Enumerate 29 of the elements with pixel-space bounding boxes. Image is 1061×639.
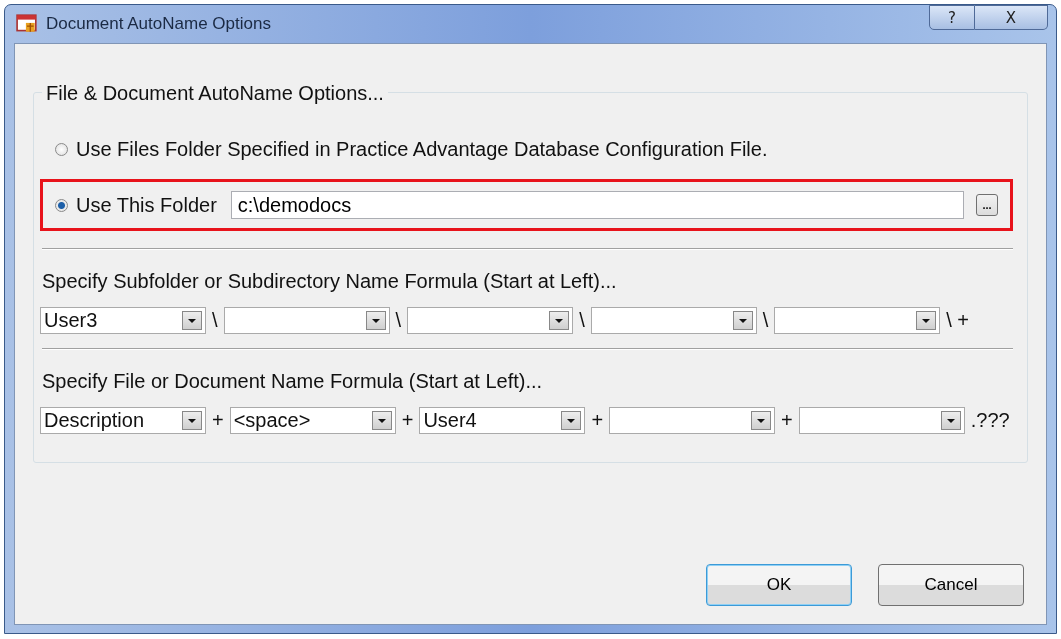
close-button[interactable]: X: [975, 5, 1048, 30]
dropdown[interactable]: User3: [40, 307, 206, 334]
section-label: Specify File or Document Name Formula (Start at Left)...: [42, 370, 544, 393]
separator-text: +: [591, 409, 604, 432]
dropdown[interactable]: Description: [40, 407, 206, 434]
separator-text: +: [401, 409, 414, 432]
separator-text: \: [762, 309, 769, 332]
radio-label[interactable]: Use This Folder: [76, 193, 217, 217]
separator-text: \: [395, 309, 402, 332]
browse-button[interactable]: ...: [976, 194, 998, 216]
cancel-button[interactable]: Cancel: [878, 564, 1024, 606]
separator-text: .???: [970, 409, 1010, 432]
dropdown[interactable]: <space>: [229, 407, 396, 434]
section-label: Specify Subfolder or Subdirectory Name Formula (Start at Left)...: [42, 270, 618, 293]
radio-label[interactable]: Use Files Folder Specified in Practice Advantage Database Configuration File.: [76, 138, 768, 161]
separator-text: \: [212, 309, 218, 332]
app-icon: [16, 13, 38, 35]
separator-text: +: [781, 409, 793, 432]
separator-text: +: [212, 409, 224, 432]
help-button[interactable]: ?: [929, 5, 975, 30]
window-title: Document AutoName Options: [46, 14, 272, 34]
group-title: File & Document AutoName Options...: [42, 82, 388, 105]
separator-text: \ +: [946, 309, 970, 332]
folder-field[interactable]: c:\demodocs: [230, 191, 964, 219]
separator-text: \: [579, 309, 585, 332]
radio-button[interactable]: [55, 198, 68, 212]
radio-button[interactable]: [55, 143, 68, 156]
ok-button[interactable]: OK: [706, 564, 852, 606]
dropdown[interactable]: User4: [419, 407, 586, 434]
